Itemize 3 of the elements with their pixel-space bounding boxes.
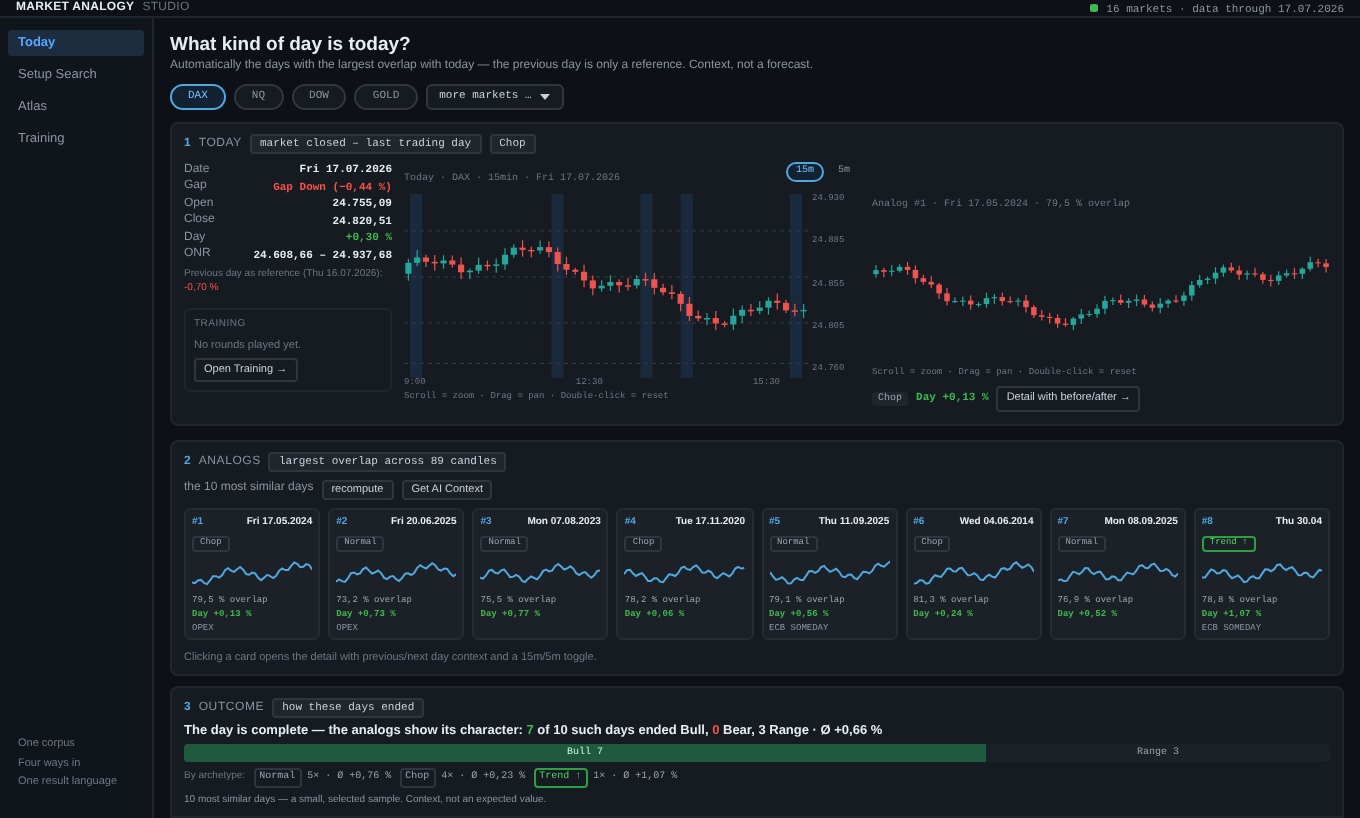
- status-icon: [1090, 4, 1099, 12]
- caret-icon: [539, 94, 550, 100]
- page-title: What kind of day is today?: [170, 34, 413, 58]
